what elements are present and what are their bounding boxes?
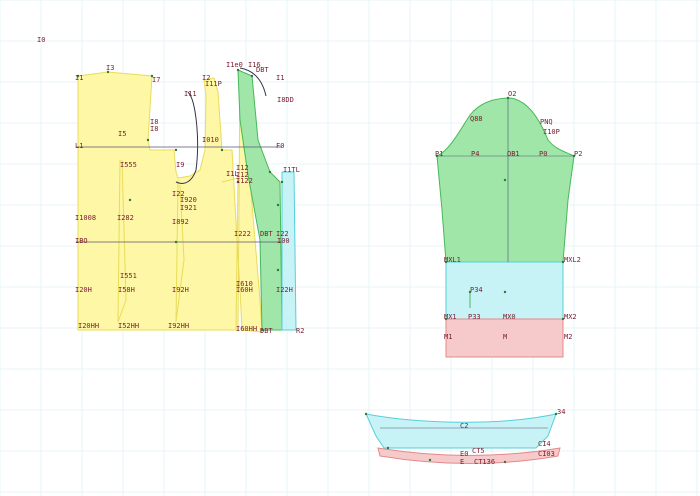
pattern-point[interactable] (386, 446, 390, 450)
label-sleeve-mx0: MX0 (503, 313, 516, 321)
label-body-i282: I282 (117, 214, 134, 222)
label-body-top-left: I1 (75, 74, 83, 82)
label-collar-ct5: CT5 (472, 447, 485, 455)
label-body-i7: I7 (152, 76, 160, 84)
armhole-curve (175, 91, 199, 184)
label-sleeve-p33: P33 (468, 313, 481, 321)
front-back-body[interactable] (77, 69, 263, 333)
label-body-i20h: I20H (75, 286, 92, 294)
pattern-point[interactable] (236, 68, 240, 72)
label-body-r8: I8 (150, 125, 158, 133)
pattern-point[interactable] (268, 170, 272, 174)
label-sleeve-p34: P34 (470, 286, 483, 294)
label-body-i921: I921 (180, 204, 197, 212)
label-body-dbtr: DBT (260, 327, 273, 335)
label-collar-34: 34 (557, 408, 565, 416)
body-panel-shape[interactable] (77, 69, 263, 333)
label-body-i20hh: I20HH (78, 322, 99, 330)
pattern-point[interactable] (364, 412, 368, 416)
label-body-dbt2: DBT (260, 230, 273, 238)
pattern-point[interactable] (250, 74, 254, 78)
label-collar-ci4: CI4 (538, 440, 551, 448)
label-sleeve-o2: O2 (508, 90, 516, 98)
pattern-point[interactable] (503, 178, 507, 182)
pattern-point[interactable] (174, 240, 178, 244)
label-body-i1tl: I1TL (283, 166, 300, 174)
pattern-point[interactable] (174, 148, 178, 152)
label-body-i60hh: I60HH (236, 325, 257, 333)
pattern-drawing[interactable]: I0 I1 I3 I7 I2 I11P I1e0 I16 DBT I1 I8DD… (0, 0, 700, 496)
label-body-i010: I010 (202, 136, 219, 144)
label-sleeve-mx2: MX2 (564, 313, 577, 321)
label-body-i555: I555 (120, 161, 137, 169)
label-body-i222: I222 (234, 230, 251, 238)
label-sleeve-mxl2: MXL2 (564, 256, 581, 264)
label-sleeve-m1: M1 (444, 333, 452, 341)
label-body-i122: I122 (236, 177, 253, 185)
label-sleeve-p0: P0 (539, 150, 547, 158)
label-collar-ct136: CT136 (474, 458, 495, 466)
label-sleeve-mxl1: MXL1 (444, 256, 461, 264)
label-sleeve-m: M (503, 333, 507, 341)
label-sleeve-ob1: OB1 (507, 150, 520, 158)
pattern-point[interactable] (276, 203, 280, 207)
label-body-i892: I892 (172, 218, 189, 226)
label-body-i60h: I60H (236, 286, 253, 294)
label-body-top: I3 (106, 64, 114, 72)
label-body-i92hh: I92HH (168, 322, 189, 330)
label-origin: I0 (37, 36, 45, 44)
pattern-point[interactable] (280, 180, 284, 184)
label-body-i58h: I58H (118, 286, 135, 294)
label-sleeve-pnq: PNQ (540, 118, 553, 126)
label-body-i11: I11 (184, 90, 197, 98)
pattern-point[interactable] (128, 198, 132, 202)
label-body-ibo: IBO (75, 237, 88, 245)
label-body-dbt: DBT (256, 66, 269, 74)
label-body-i11p: I11P (205, 80, 222, 88)
label-body-i9: I9 (176, 161, 184, 169)
label-sleeve-p2: P2 (574, 150, 582, 158)
label-body-i8d: I8DD (277, 96, 294, 104)
pattern-point[interactable] (503, 290, 507, 294)
label-body-i52hh: I52HH (118, 322, 139, 330)
label-body-i1l: I1L (226, 170, 239, 178)
pattern-point[interactable] (503, 460, 507, 464)
facing-cyan-shape[interactable] (281, 171, 297, 331)
label-body-i008: I1008 (75, 214, 96, 222)
pattern-canvas[interactable]: I0 I1 I3 I7 I2 I11P I1e0 I16 DBT I1 I8DD… (0, 0, 700, 496)
label-body-i92h: I92H (172, 286, 189, 294)
pattern-point[interactable] (146, 138, 150, 142)
label-body-i5: I5 (118, 130, 126, 138)
label-collar-e0: E0 (460, 450, 468, 458)
label-body-i1b: I1 (276, 74, 284, 82)
label-collar-ci03: CI03 (538, 450, 555, 458)
label-body-i00: I00 (277, 237, 290, 245)
label-sleeve-mx1: MX1 (444, 313, 457, 321)
label-sleeve-m2: M2 (564, 333, 572, 341)
label-collar-e: E (460, 458, 464, 466)
label-body-i22h: I22H (276, 286, 293, 294)
label-body-i1e0: I1e0 (226, 61, 243, 69)
label-body-i551: I551 (120, 272, 137, 280)
label-sleeve-p1: P1 (435, 150, 443, 158)
label-collar-c2: C2 (460, 422, 468, 430)
pattern-point[interactable] (276, 268, 280, 272)
label-sleeve-p4: P4 (471, 150, 479, 158)
sleeve-band-cyan[interactable] (445, 261, 564, 320)
label-sleeve-i10p: I10P (543, 128, 560, 136)
label-body-i920: I920 (180, 196, 197, 204)
label-sleeve-q88: Q88 (470, 115, 483, 123)
label-body-r02: R2 (296, 327, 304, 335)
collar-cyan-shape[interactable] (365, 413, 557, 449)
pattern-point[interactable] (220, 148, 224, 152)
pattern-point[interactable] (428, 458, 432, 462)
label-body-l1: L1 (75, 142, 83, 150)
label-body-f0: F0 (276, 142, 284, 150)
